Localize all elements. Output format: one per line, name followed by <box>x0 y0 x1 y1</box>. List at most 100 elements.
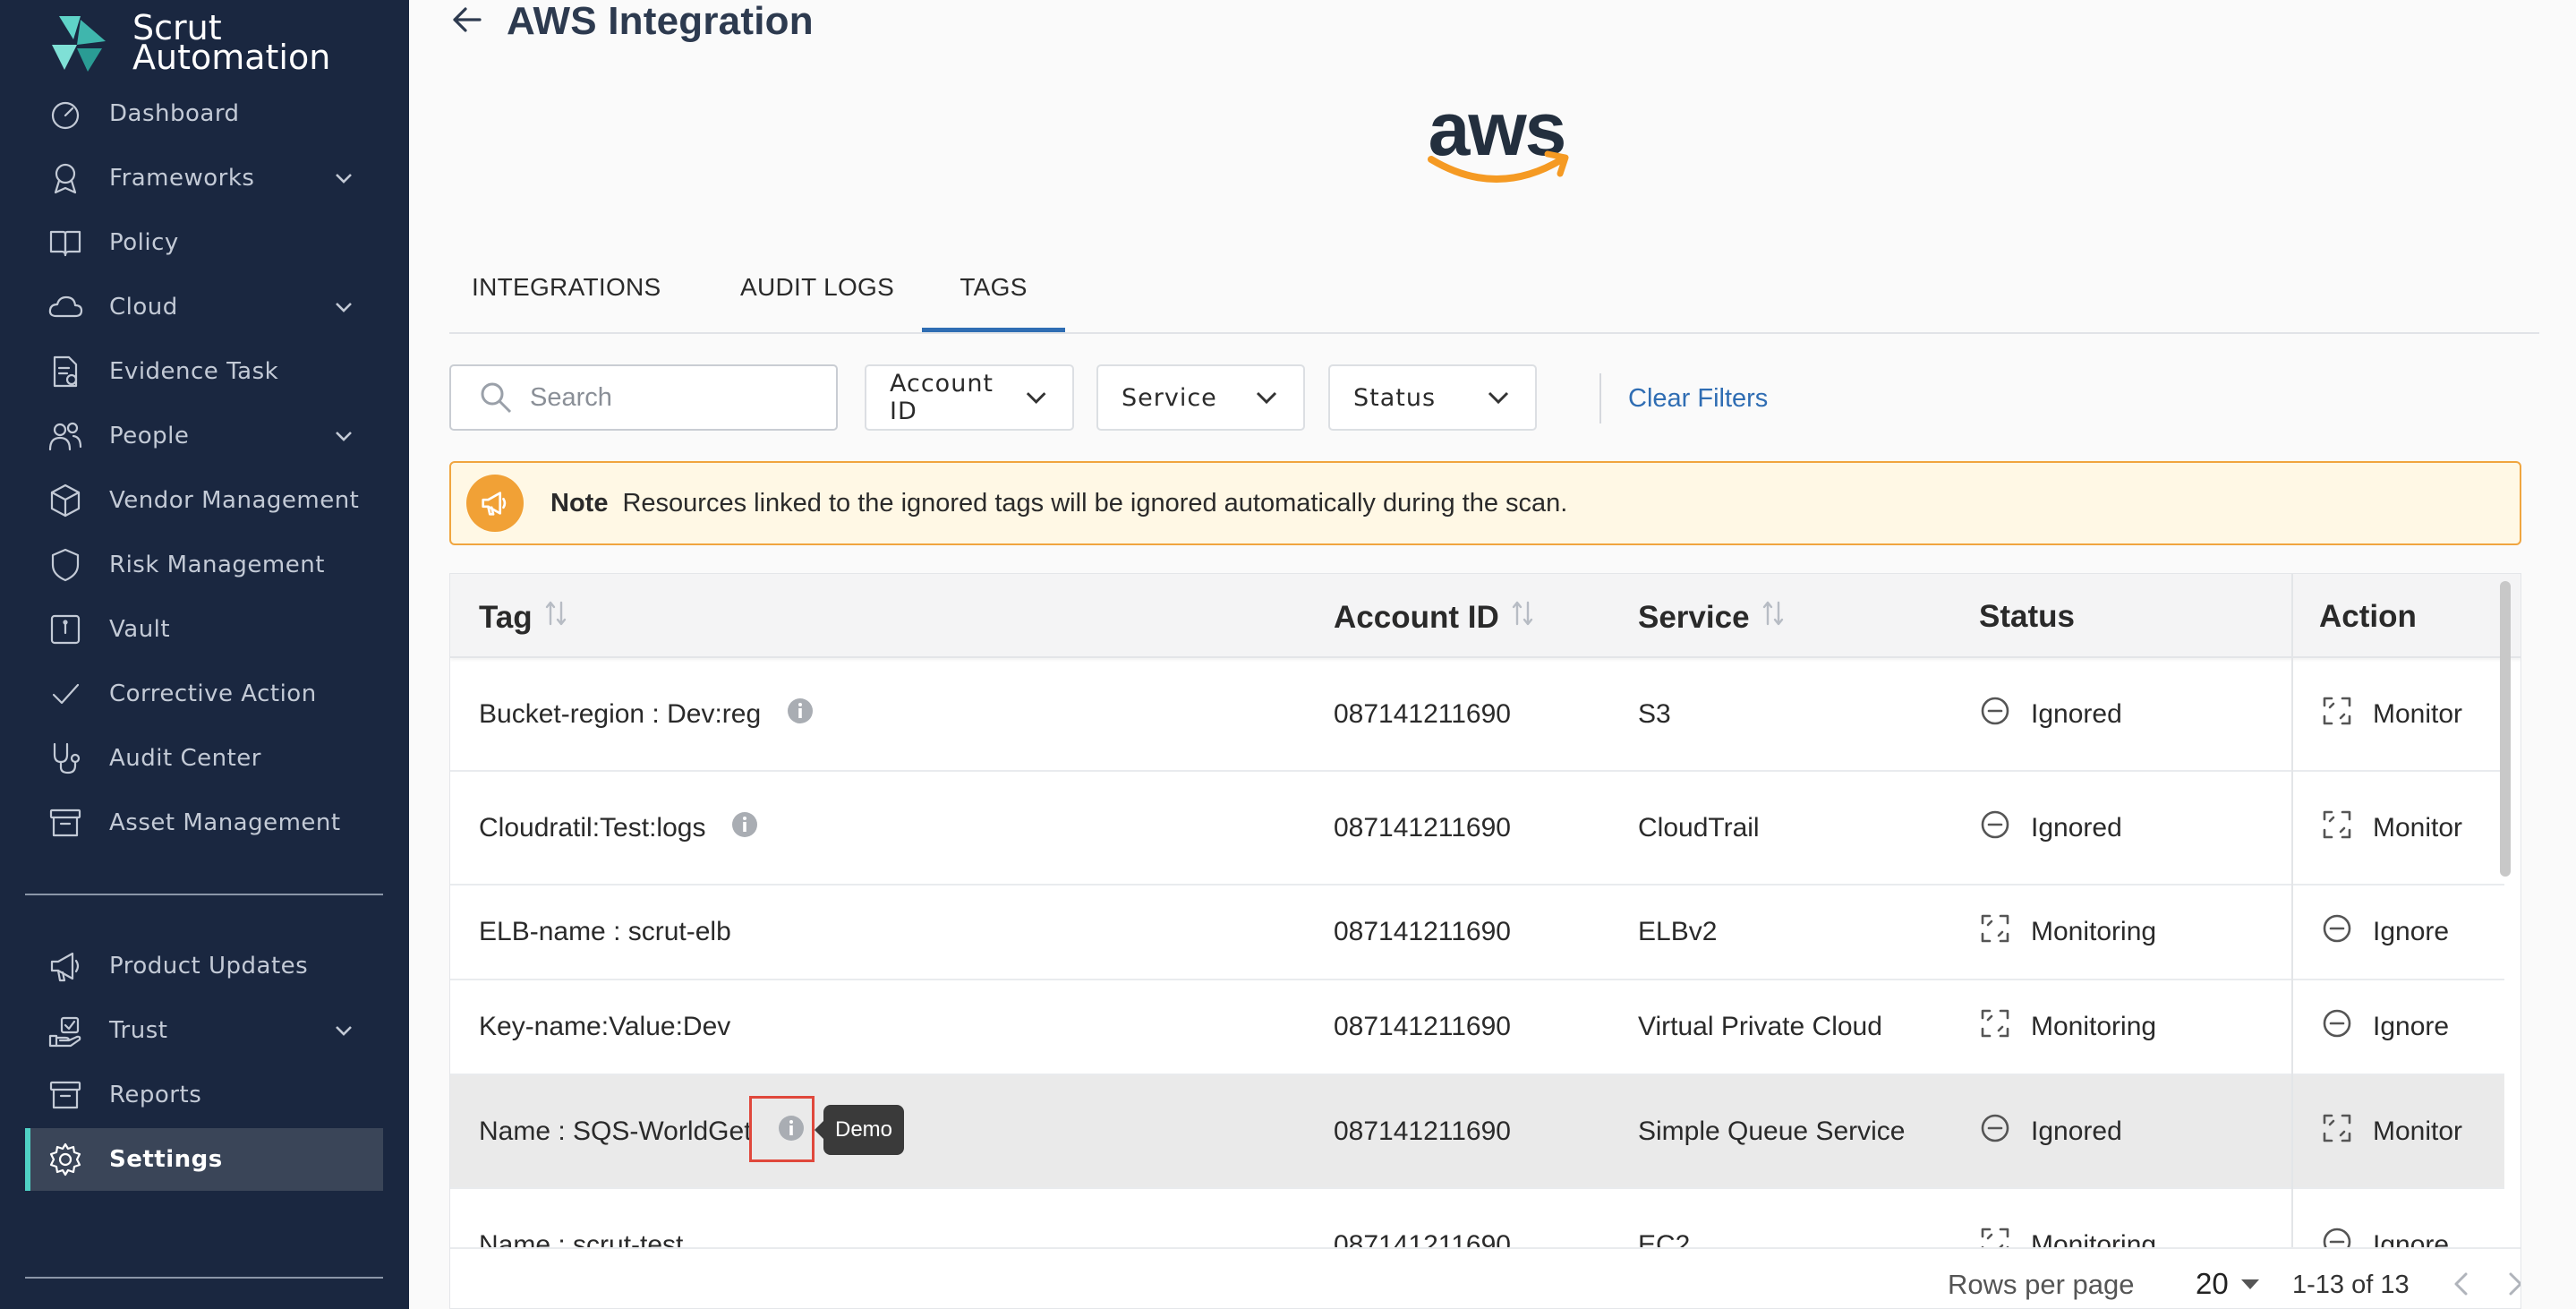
ignore-action-button[interactable]: Ignore <box>2321 886 2449 979</box>
sidebar-item-label: Audit Center <box>109 745 261 772</box>
ignore-action-button[interactable]: Ignore <box>2321 980 2449 1074</box>
chevron-down-icon[interactable] <box>331 1018 356 1043</box>
sort-icon[interactable] <box>533 599 568 636</box>
sidebar-item-people[interactable]: People <box>25 405 383 467</box>
account-id-cell: 087141211690 <box>1334 917 1511 946</box>
chevron-down-icon[interactable] <box>331 295 356 320</box>
monitor-action-button[interactable]: Monitor <box>2321 772 2462 884</box>
table-pagination: Rows per page 20 1-13 of 13 <box>450 1247 2521 1308</box>
sidebar-divider <box>25 1277 383 1279</box>
sidebar-item-risk-management[interactable]: Risk Management <box>25 534 383 596</box>
caret-down-icon <box>2240 1279 2259 1289</box>
service-filter[interactable]: Service <box>1096 364 1305 431</box>
people-icon <box>45 415 86 457</box>
sidebar-item-label: Vendor Management <box>109 487 360 514</box>
column-header-label: Action <box>2319 599 2417 634</box>
status-filter-label: Status <box>1353 383 1437 412</box>
sidebar-item-audit-center[interactable]: Audit Center <box>25 727 383 790</box>
sidebar-item-trust[interactable]: Trust <box>25 999 383 1062</box>
previous-page-button[interactable] <box>2446 1269 2477 1304</box>
service-cell: Virtual Private Cloud <box>1638 1012 1882 1041</box>
sidebar-item-vault[interactable]: Vault <box>25 598 383 661</box>
monitor-action-button[interactable]: Monitor <box>2321 658 2462 770</box>
back-arrow-icon[interactable] <box>449 2 485 42</box>
table-scrollbar[interactable] <box>2500 581 2511 877</box>
column-header-tag[interactable]: Tag <box>479 599 568 636</box>
rows-per-page-select[interactable]: 20 <box>2196 1267 2259 1301</box>
service-cell: ELBv2 <box>1638 917 1718 946</box>
brand-logo[interactable]: Scrut Automation <box>47 9 330 77</box>
action-label: Monitor <box>2373 1116 2463 1146</box>
column-header-service[interactable]: Service <box>1638 599 1786 636</box>
sidebar-item-label: Cloud <box>109 294 178 321</box>
tab-integrations[interactable]: INTEGRATIONS <box>472 273 661 332</box>
sidebar-item-policy[interactable]: Policy <box>25 211 383 274</box>
status-text: Ignored <box>2031 698 2122 729</box>
tag-text: ELB-name : scrut-elb <box>479 917 731 946</box>
chevron-down-icon[interactable] <box>331 166 356 191</box>
search-input[interactable] <box>530 382 825 413</box>
check-icon <box>45 673 86 714</box>
info-tooltip: Demo <box>815 1105 904 1155</box>
sidebar-item-label: Reports <box>109 1082 202 1108</box>
sidebar-divider <box>25 894 383 895</box>
status-text: Ignored <box>2031 1116 2122 1146</box>
sidebar-item-vendor-management[interactable]: Vendor Management <box>25 469 383 532</box>
shield-icon <box>45 544 86 586</box>
account-id-cell: 087141211690 <box>1334 698 1511 729</box>
sidebar-item-label: Evidence Task <box>109 358 279 385</box>
service-cell: S3 <box>1638 698 1671 729</box>
sidebar-item-asset-management[interactable]: Asset Management <box>25 791 383 854</box>
status-cell: Monitoring <box>1979 886 2156 979</box>
sidebar-item-label: Corrective Action <box>109 680 317 707</box>
sidebar-item-label: Settings <box>109 1146 223 1173</box>
account-id-cell: 087141211690 <box>1334 1012 1511 1041</box>
sidebar-item-cloud[interactable]: Cloud <box>25 276 383 338</box>
gear-icon <box>45 1139 86 1180</box>
action-label: Monitor <box>2373 698 2463 729</box>
chevron-down-icon[interactable] <box>331 424 356 449</box>
search-box[interactable] <box>449 364 838 431</box>
sidebar-item-label: People <box>109 423 190 449</box>
tab-tags[interactable]: TAGS <box>922 273 1065 332</box>
sidebar-item-dashboard[interactable]: Dashboard <box>25 82 383 145</box>
scan-icon <box>1979 912 2011 952</box>
page-title: AWS Integration <box>507 0 814 43</box>
sort-icon[interactable] <box>1499 599 1535 636</box>
account-id-filter[interactable]: Account ID <box>865 364 1074 431</box>
minus-circle-icon <box>1979 808 2011 848</box>
sidebar-item-corrective-action[interactable]: Corrective Action <box>25 663 383 725</box>
scan-icon <box>2321 1112 2353 1151</box>
cloud-icon <box>45 287 86 328</box>
status-text: Ignored <box>2031 812 2122 843</box>
box-icon <box>45 480 86 521</box>
clear-filters-link[interactable]: Clear Filters <box>1628 384 1768 414</box>
filter-bar: Account ID Service Status Clear Filters <box>449 364 2539 432</box>
sidebar-item-evidence-task[interactable]: Evidence Task <box>25 340 383 403</box>
main-content: AWS Integration aws INTEGRATIONS AUDIT L… <box>409 0 2576 1309</box>
sort-icon[interactable] <box>1750 599 1786 636</box>
service-cell: CloudTrail <box>1638 812 1760 843</box>
sidebar-item-product-updates[interactable]: Product Updates <box>25 935 383 997</box>
minus-circle-icon <box>2321 1007 2353 1047</box>
chevron-down-icon <box>1026 392 1046 404</box>
sidebar-item-reports[interactable]: Reports <box>25 1064 383 1126</box>
tab-audit-logs[interactable]: AUDIT LOGS <box>740 273 894 332</box>
service-filter-label: Service <box>1122 383 1217 412</box>
sidebar-item-frameworks[interactable]: Frameworks <box>25 147 383 210</box>
tag-text: Name : SQS-WorldGet <box>479 1116 752 1146</box>
scan-icon <box>1979 1007 2011 1047</box>
file-check-icon <box>45 351 86 392</box>
sidebar-item-settings[interactable]: Settings <box>25 1128 383 1191</box>
sidebar-item-label: Risk Management <box>109 552 325 578</box>
info-icon[interactable] <box>786 697 815 732</box>
next-page-button[interactable] <box>2500 1269 2521 1304</box>
archive-icon <box>45 1074 86 1116</box>
column-header-account-id[interactable]: Account ID <box>1334 599 1535 636</box>
tab-bar: INTEGRATIONS AUDIT LOGS TAGS <box>449 255 2539 334</box>
action-column-divider <box>2291 574 2293 1308</box>
monitor-action-button[interactable]: Monitor <box>2321 1075 2462 1187</box>
status-filter[interactable]: Status <box>1328 364 1537 431</box>
info-icon[interactable] <box>730 810 759 846</box>
account-id-cell: 087141211690 <box>1334 812 1511 843</box>
